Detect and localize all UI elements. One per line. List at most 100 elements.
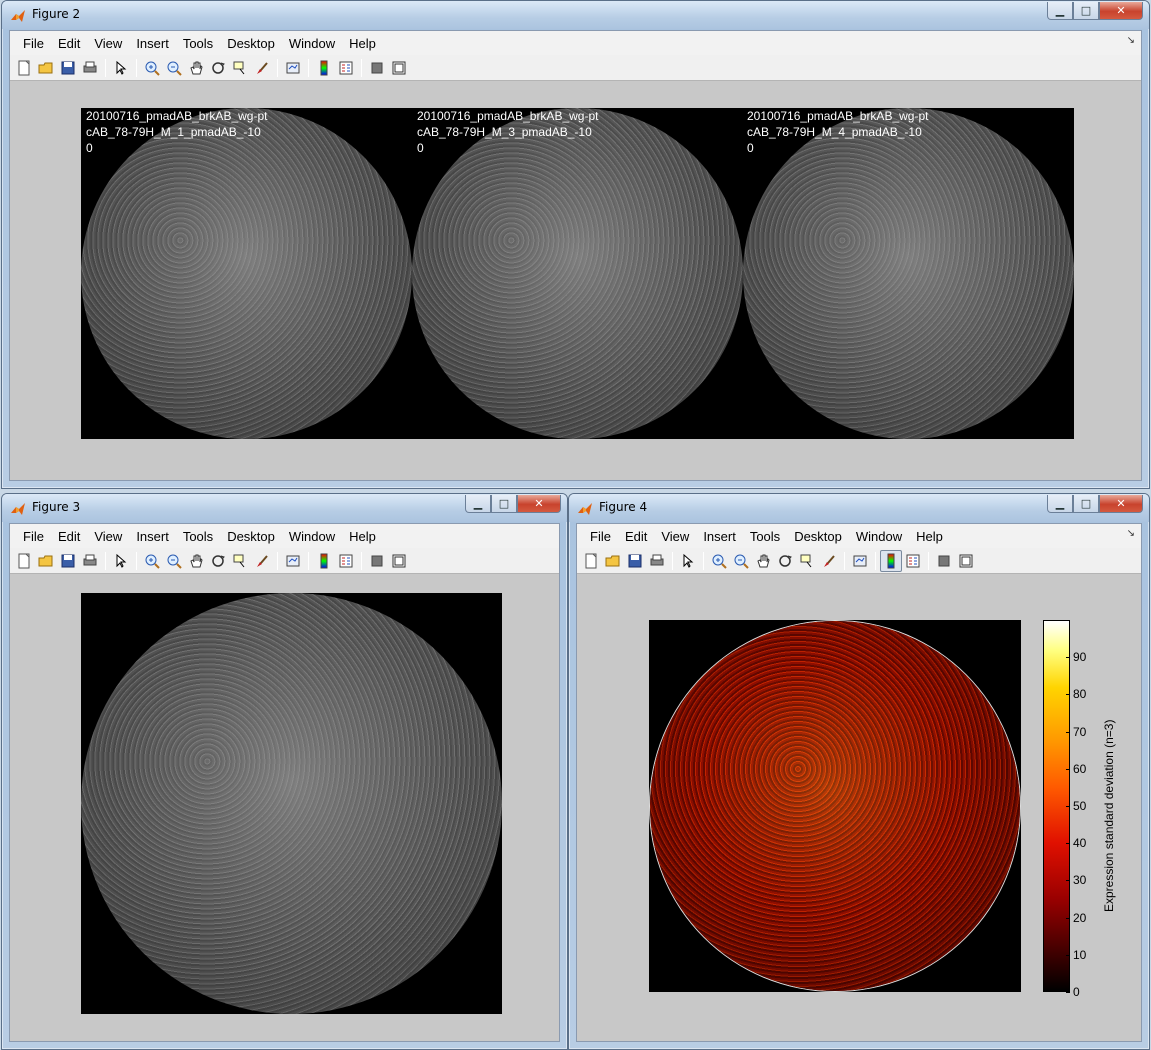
zoom-out-button[interactable]: [730, 550, 752, 572]
hide-plot-tools-button[interactable]: [366, 550, 388, 572]
rotate-3d-button[interactable]: [207, 57, 229, 79]
new-figure-button[interactable]: [13, 57, 35, 79]
zoom-in-button[interactable]: [141, 57, 163, 79]
menu-view[interactable]: View: [87, 529, 129, 544]
menu-desktop[interactable]: Desktop: [787, 529, 849, 544]
pan-button[interactable]: [752, 550, 774, 572]
pan-button[interactable]: [185, 57, 207, 79]
figure-3-titlebar[interactable]: Figure 3 ▁ □ ✕: [2, 494, 567, 522]
open-button[interactable]: [35, 550, 57, 572]
data-cursor-button[interactable]: [229, 550, 251, 572]
menu-file[interactable]: File: [16, 36, 51, 51]
menu-bar: File Edit View Insert Tools Desktop Wind…: [577, 524, 1141, 548]
menu-help[interactable]: Help: [342, 36, 383, 51]
brush-button[interactable]: [251, 57, 273, 79]
dock-arrow-icon[interactable]: ↘: [1127, 35, 1135, 46]
menu-edit[interactable]: Edit: [51, 36, 87, 51]
close-button[interactable]: ✕: [1099, 495, 1143, 513]
hide-plot-tools-button[interactable]: [933, 550, 955, 572]
close-button[interactable]: ✕: [517, 495, 561, 513]
menu-tools[interactable]: Tools: [743, 529, 787, 544]
image-axes[interactable]: 20100716_pmadAB_brkAB_wg-pt cAB_78-79H_M_…: [81, 108, 1074, 439]
zoom-in-button[interactable]: [141, 550, 163, 572]
colorbar-button[interactable]: [880, 549, 902, 572]
open-button[interactable]: [602, 550, 624, 572]
menu-window[interactable]: Window: [282, 36, 342, 51]
menu-edit[interactable]: Edit: [51, 529, 87, 544]
maximize-button[interactable]: □: [1073, 495, 1099, 513]
maximize-button[interactable]: □: [1073, 2, 1099, 20]
menu-window[interactable]: Window: [282, 529, 342, 544]
menu-edit[interactable]: Edit: [618, 529, 654, 544]
menu-window[interactable]: Window: [849, 529, 909, 544]
zoom-in-button[interactable]: [708, 550, 730, 572]
new-figure-icon: [18, 60, 30, 75]
figure-4-titlebar[interactable]: Figure 4 ▁ □ ✕: [569, 494, 1149, 522]
menu-help[interactable]: Help: [342, 529, 383, 544]
rotate-3d-button[interactable]: [774, 550, 796, 572]
legend-button[interactable]: [335, 57, 357, 79]
figure-2-titlebar[interactable]: Figure 2 ▁ □ ✕: [2, 1, 1149, 29]
legend-button[interactable]: [335, 550, 357, 572]
minimize-button[interactable]: ▁: [1047, 495, 1073, 513]
close-button[interactable]: ✕: [1099, 2, 1143, 20]
rotate-3d-button[interactable]: [207, 550, 229, 572]
pan-button[interactable]: [185, 550, 207, 572]
legend-button[interactable]: [902, 550, 924, 572]
brush-button[interactable]: [251, 550, 273, 572]
zoom-out-button[interactable]: [163, 57, 185, 79]
zoom-out-button[interactable]: [163, 550, 185, 572]
data-cursor-button[interactable]: [229, 57, 251, 79]
heatmap-axes[interactable]: [649, 620, 1021, 992]
edit-plot-icon: [683, 553, 694, 568]
edit-plot-button[interactable]: [110, 57, 132, 79]
save-button[interactable]: [624, 550, 646, 572]
open-button[interactable]: [35, 57, 57, 79]
edit-plot-button[interactable]: [110, 550, 132, 572]
show-plot-tools-button[interactable]: [955, 550, 977, 572]
edit-plot-icon: [116, 60, 127, 75]
print-button[interactable]: [646, 550, 668, 572]
menu-insert[interactable]: Insert: [129, 529, 176, 544]
hide-plot-tools-button[interactable]: [366, 57, 388, 79]
pan-icon: [757, 554, 770, 567]
menu-desktop[interactable]: Desktop: [220, 36, 282, 51]
print-button[interactable]: [79, 57, 101, 79]
save-button[interactable]: [57, 550, 79, 572]
maximize-button[interactable]: □: [491, 495, 517, 513]
show-plot-tools-button[interactable]: [388, 550, 410, 572]
brush-button[interactable]: [818, 550, 840, 572]
menu-help[interactable]: Help: [909, 529, 950, 544]
figure-3-window: Figure 3 ▁ □ ✕ File Edit View Insert Too…: [1, 493, 568, 1050]
link-plot-button[interactable]: [849, 550, 871, 572]
new-figure-button[interactable]: [13, 550, 35, 572]
colorbar-button[interactable]: [313, 550, 335, 572]
minimize-button[interactable]: ▁: [1047, 2, 1073, 20]
data-cursor-icon: [800, 554, 812, 567]
show-plot-tools-button[interactable]: [388, 57, 410, 79]
menu-file[interactable]: File: [583, 529, 618, 544]
image-label-2: 20100716_pmadAB_brkAB_wg-pt cAB_78-79H_M_…: [417, 109, 599, 155]
colorbar-button[interactable]: [313, 57, 335, 79]
new-figure-button[interactable]: [580, 550, 602, 572]
data-cursor-button[interactable]: [796, 550, 818, 572]
dock-arrow-icon[interactable]: ↘: [1127, 528, 1135, 539]
menu-insert[interactable]: Insert: [696, 529, 743, 544]
print-button[interactable]: [79, 550, 101, 572]
menu-tools[interactable]: Tools: [176, 529, 220, 544]
image-axes[interactable]: [81, 593, 502, 1014]
minimize-button[interactable]: ▁: [465, 495, 491, 513]
link-plot-button[interactable]: [282, 550, 304, 572]
save-button[interactable]: [57, 57, 79, 79]
print-icon: [83, 61, 97, 72]
menu-insert[interactable]: Insert: [129, 36, 176, 51]
menu-file[interactable]: File: [16, 529, 51, 544]
menu-tools[interactable]: Tools: [176, 36, 220, 51]
hide-plot-tools-icon: [938, 555, 950, 566]
menu-view[interactable]: View: [654, 529, 696, 544]
colorbar-tick-label: 70: [1073, 724, 1087, 739]
menu-desktop[interactable]: Desktop: [220, 529, 282, 544]
edit-plot-button[interactable]: [677, 550, 699, 572]
menu-view[interactable]: View: [87, 36, 129, 51]
link-plot-button[interactable]: [282, 57, 304, 79]
